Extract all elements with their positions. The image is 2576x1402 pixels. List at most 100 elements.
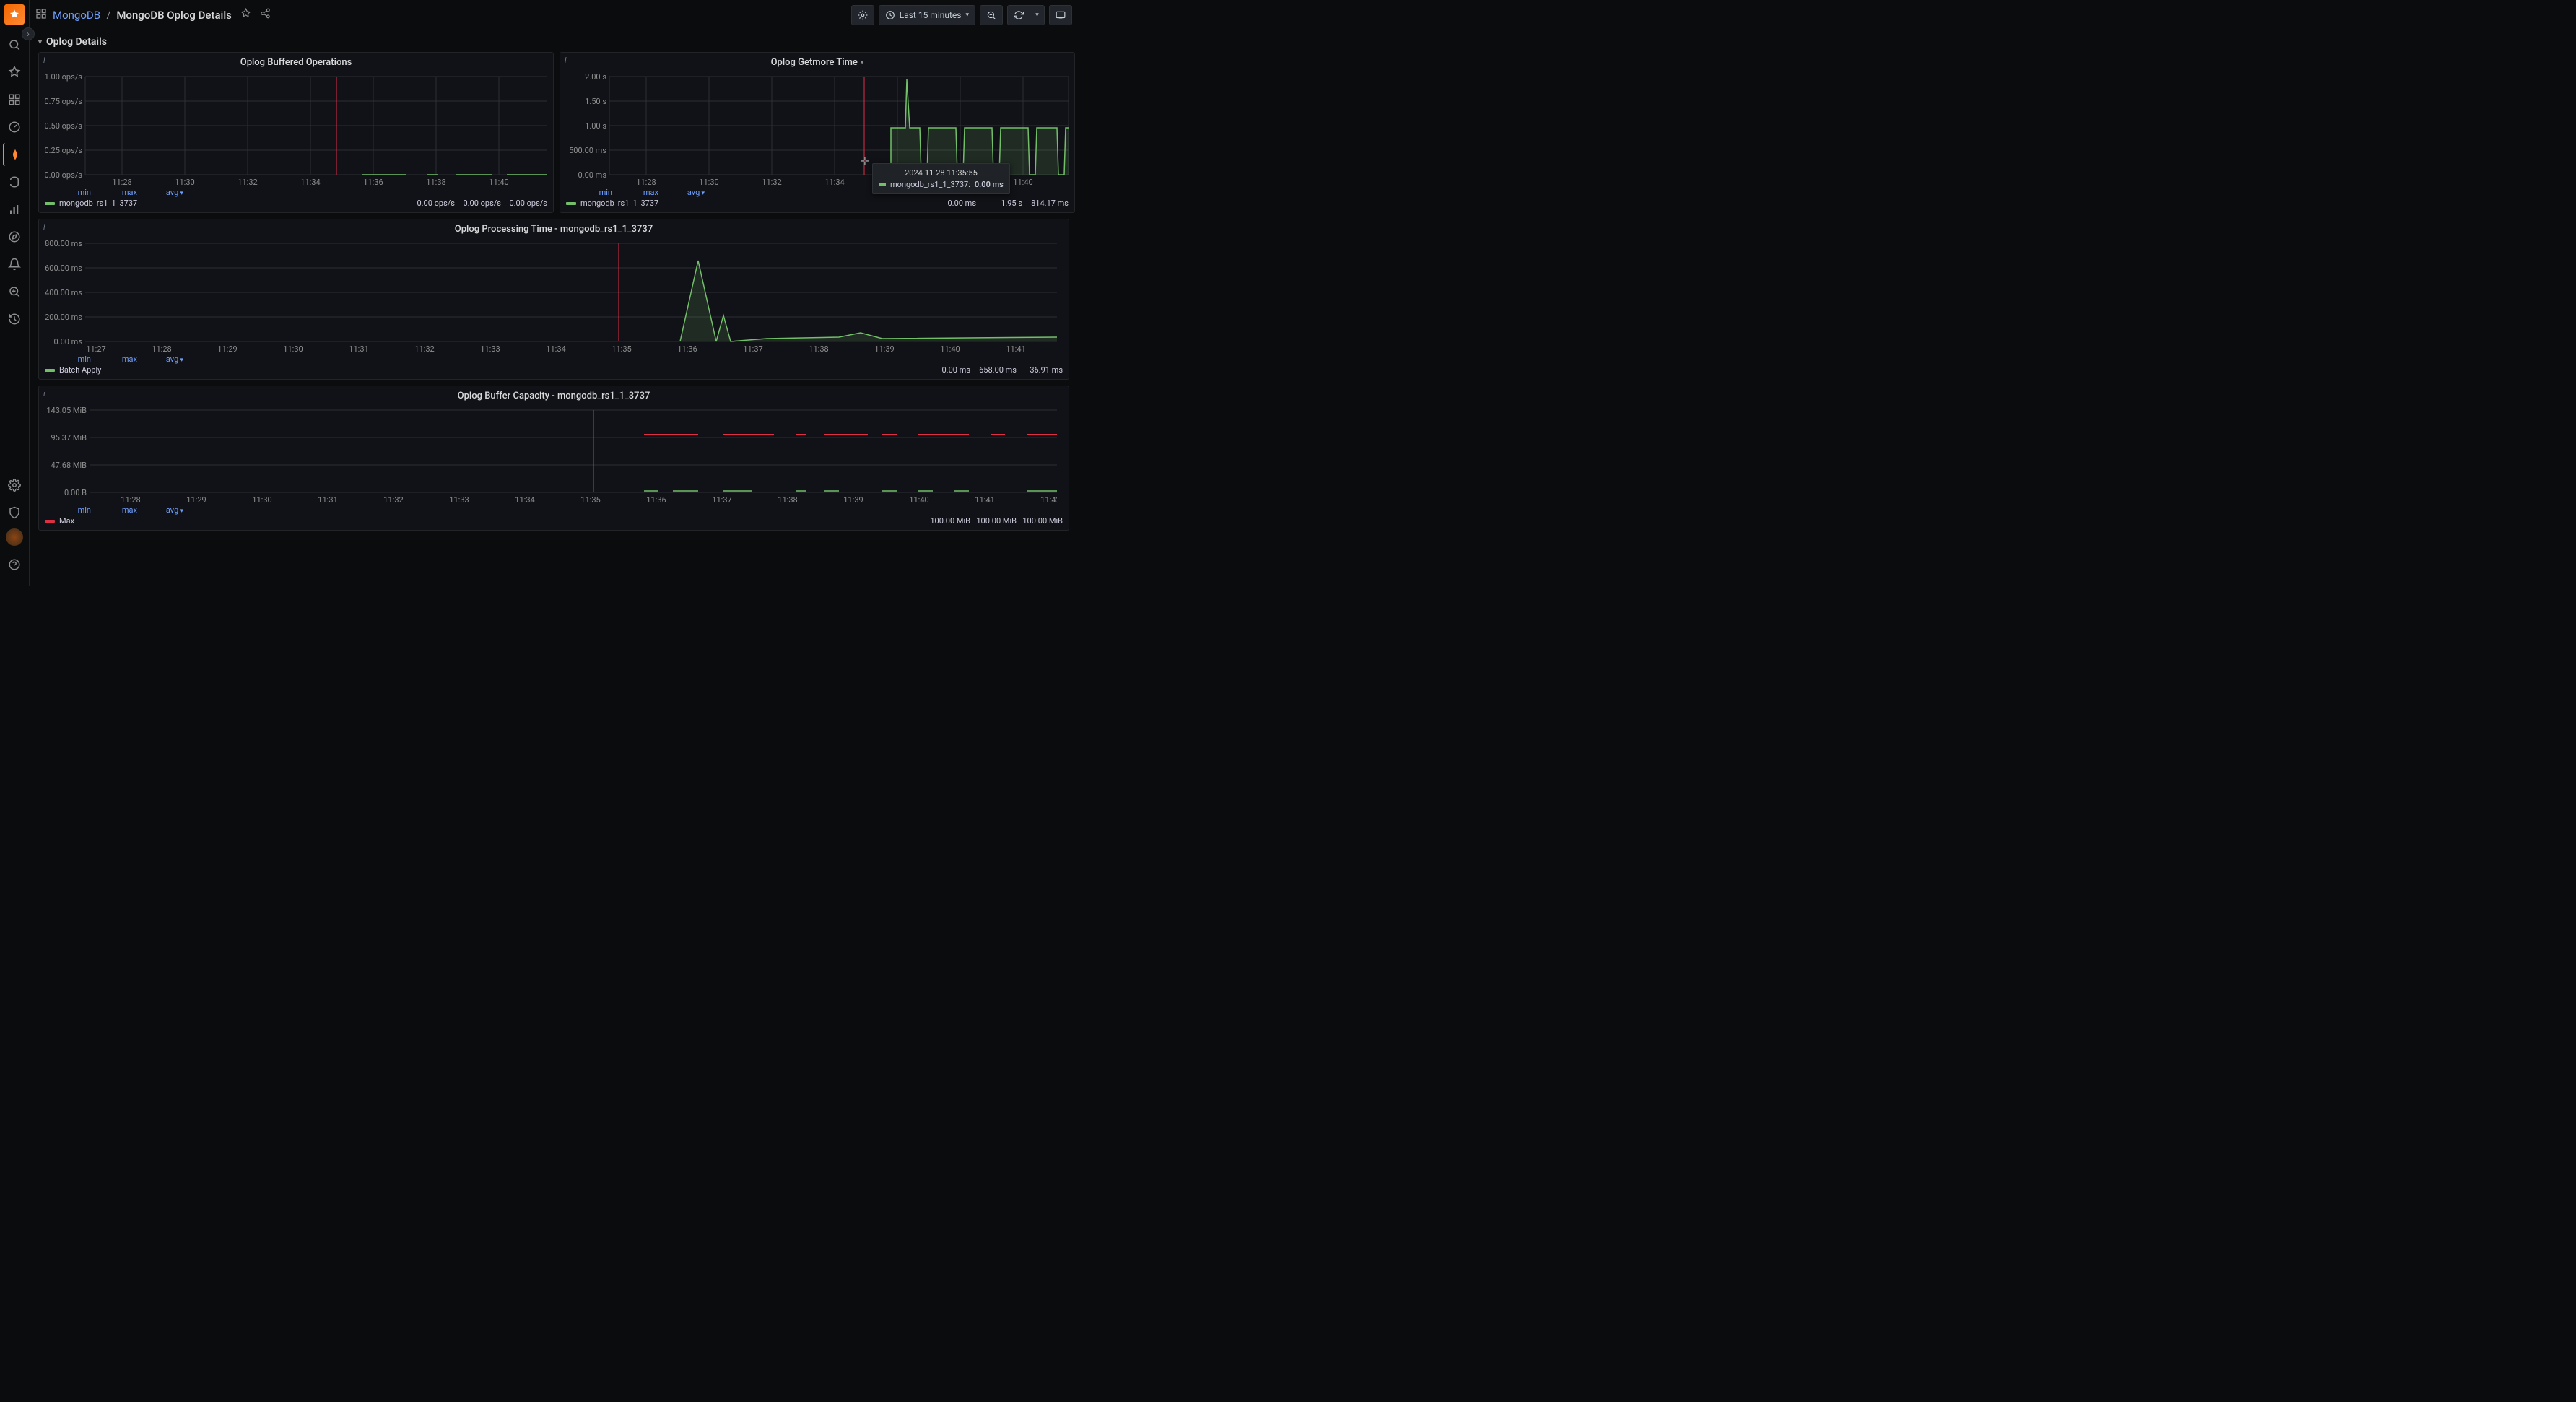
panel-title[interactable]: Oplog Processing Time - mongodb_rs1_1_37… (45, 224, 1063, 235)
help-icon[interactable] (3, 553, 26, 576)
star-icon[interactable] (3, 61, 26, 84)
time-range-label: Last 15 minutes (900, 10, 962, 20)
chart-tooltip: 2024-11-28 11:35:55 mongodb_rs1_1_3737:0… (872, 163, 1010, 194)
svg-text:11:31: 11:31 (349, 344, 368, 354)
panel-buffered-ops: i Oplog Buffered Operations (38, 52, 554, 213)
info-icon[interactable]: i (43, 56, 45, 65)
legend-item[interactable]: Batch Apply 0.00 ms 658.00 ms 36.91 ms (45, 364, 1063, 376)
info-icon[interactable]: i (43, 389, 45, 399)
legend-col-avg[interactable]: avg (137, 188, 183, 197)
svg-text:11:35: 11:35 (612, 344, 631, 354)
history-icon[interactable] (3, 308, 26, 331)
legend-col-min[interactable]: min (45, 354, 91, 364)
legend-item[interactable]: mongodb_rs1_1_3737 0.00 ms 1.95 s 814.17… (566, 197, 1069, 209)
legend-col-max[interactable]: max (91, 354, 137, 364)
svg-text:11:37: 11:37 (712, 495, 731, 505)
svg-text:11:39: 11:39 (874, 344, 894, 354)
legend-col-max[interactable]: max (91, 188, 137, 197)
grafana-logo[interactable] (4, 4, 25, 25)
svg-text:400.00 ms: 400.00 ms (45, 288, 82, 297)
legend-col-max[interactable]: max (612, 188, 658, 197)
shield-icon[interactable] (3, 501, 26, 524)
chart-buffered-ops[interactable]: 0.00 ops/s 0.25 ops/s 0.50 ops/s 0.75 op… (45, 71, 547, 188)
svg-text:11:31: 11:31 (318, 495, 337, 505)
refresh-interval-dropdown[interactable]: ▾ (1030, 5, 1045, 25)
section-header[interactable]: ▾ Oplog Details (38, 36, 1069, 48)
refresh-button[interactable] (1007, 5, 1030, 25)
zoom-out-button[interactable] (980, 5, 1003, 25)
svg-text:11:40: 11:40 (1013, 178, 1032, 187)
svg-text:11:39: 11:39 (843, 495, 863, 505)
search-plus-icon[interactable] (3, 280, 26, 303)
legend-col-avg[interactable]: avg (658, 188, 705, 197)
svg-text:500.00 ms: 500.00 ms (569, 146, 606, 155)
legend-col-avg[interactable]: avg (137, 505, 183, 515)
sidebar (0, 0, 30, 586)
breadcrumb-title[interactable]: MongoDB Oplog Details (116, 9, 232, 22)
info-icon[interactable]: i (43, 222, 45, 232)
svg-text:11:36: 11:36 (363, 178, 383, 187)
svg-text:200.00 ms: 200.00 ms (45, 313, 82, 322)
svg-text:11:41: 11:41 (1006, 344, 1025, 354)
svg-text:11:41: 11:41 (975, 495, 994, 505)
svg-text:800.00 ms: 800.00 ms (45, 239, 82, 248)
panel-buffer-capacity: i Oplog Buffer Capacity - mongodb_rs1_1_… (38, 386, 1069, 531)
compass-icon[interactable] (3, 225, 26, 248)
legend-swatch (45, 520, 55, 523)
chart-buffer-capacity[interactable]: 0.00 B 47.68 MiB 95.37 MiB 143.05 MiB 11… (45, 404, 1057, 505)
svg-text:11:33: 11:33 (449, 495, 469, 505)
svg-text:1.50 s: 1.50 s (585, 97, 606, 106)
chevron-down-icon: ▾ (38, 38, 42, 46)
svg-text:11:40: 11:40 (489, 178, 508, 187)
favorite-star-icon[interactable] (240, 8, 251, 22)
svg-text:11:38: 11:38 (778, 495, 797, 505)
postgres-icon[interactable] (3, 170, 26, 193)
tv-mode-button[interactable] (1049, 5, 1072, 25)
legend-col-max[interactable]: max (91, 505, 137, 515)
user-avatar[interactable] (6, 528, 23, 546)
svg-text:11:36: 11:36 (677, 344, 697, 354)
chart-processing-time[interactable]: 0.00 ms 200.00 ms 400.00 ms 600.00 ms 80… (45, 238, 1057, 354)
topbar: MongoDB / MongoDB Oplog Details Last 15 … (30, 0, 1078, 30)
legend-col-min[interactable]: min (45, 505, 91, 515)
svg-text:11:33: 11:33 (480, 344, 500, 354)
dashboards-icon[interactable] (3, 88, 26, 111)
tooltip-value: 0.00 ms (975, 180, 1004, 189)
legend-item[interactable]: Max 100.00 MiB 100.00 MiB 100.00 MiB (45, 515, 1063, 527)
expand-sidebar-button[interactable]: › (22, 27, 35, 40)
panel-getmore-time: i Oplog Getmore Time▾ 0.00 ms 500.00 m (560, 52, 1075, 213)
bars-icon[interactable] (3, 198, 26, 221)
time-range-picker[interactable]: Last 15 minutes ▾ (879, 5, 975, 25)
mongodb-icon[interactable] (3, 143, 26, 166)
panel-processing-time: i Oplog Processing Time - mongodb_rs1_1_… (38, 219, 1069, 380)
svg-text:0.00 ms: 0.00 ms (54, 337, 83, 347)
svg-text:11:34: 11:34 (300, 178, 320, 187)
gauge-icon[interactable] (3, 116, 26, 139)
svg-text:11:34: 11:34 (515, 495, 534, 505)
legend-item[interactable]: mongodb_rs1_1_3737 0.00 ops/s 0.00 ops/s… (45, 197, 547, 209)
breadcrumb-separator: / (106, 9, 110, 22)
legend-col-min[interactable]: min (566, 188, 612, 197)
gear-icon[interactable] (3, 474, 26, 497)
svg-text:11:28: 11:28 (112, 178, 131, 187)
settings-button[interactable] (851, 5, 874, 25)
svg-text:2.00 s: 2.00 s (585, 72, 606, 82)
tooltip-series: mongodb_rs1_1_3737: (890, 180, 970, 189)
dashboard-grid-icon[interactable] (35, 8, 47, 22)
svg-text:0.75 ops/s: 0.75 ops/s (45, 97, 82, 106)
share-icon[interactable] (260, 8, 271, 22)
legend-col-avg[interactable]: avg (137, 354, 183, 364)
panel-title[interactable]: Oplog Buffered Operations (45, 57, 547, 68)
svg-text:11:30: 11:30 (699, 178, 718, 187)
info-icon[interactable]: i (565, 56, 567, 65)
svg-text:11:27: 11:27 (86, 344, 105, 354)
legend-col-min[interactable]: min (45, 188, 91, 197)
bell-icon[interactable] (3, 253, 26, 276)
breadcrumb-folder[interactable]: MongoDB (53, 9, 100, 22)
svg-text:11:35: 11:35 (580, 495, 600, 505)
svg-text:1.00 s: 1.00 s (585, 121, 606, 131)
svg-text:11:36: 11:36 (646, 495, 666, 505)
panel-title[interactable]: Oplog Getmore Time▾ (566, 57, 1069, 68)
panel-title[interactable]: Oplog Buffer Capacity - mongodb_rs1_1_37… (45, 391, 1063, 401)
svg-text:11:37: 11:37 (743, 344, 762, 354)
